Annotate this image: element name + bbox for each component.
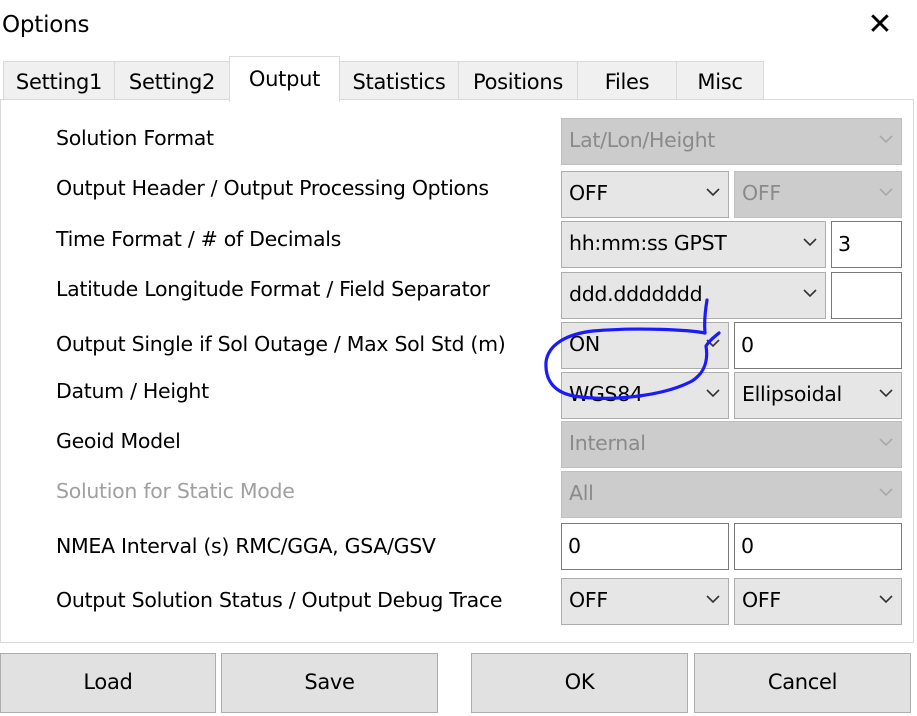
time-format-select[interactable]: hh:mm:ss GPST (561, 221, 826, 268)
tab-positions[interactable]: Positions (458, 61, 578, 101)
geoid-model-value: Internal (569, 431, 646, 455)
debug-trace-select[interactable]: OFF (734, 578, 902, 625)
close-icon[interactable]: ✕ (866, 8, 894, 42)
tab-statistics[interactable]: Statistics (339, 61, 459, 101)
tab-setting1[interactable]: Setting1 (3, 61, 115, 101)
output-header-select[interactable]: OFF (561, 171, 729, 218)
chevron-down-icon (879, 488, 893, 500)
debug-trace-value: OFF (742, 588, 781, 612)
solution-status-value: OFF (569, 588, 608, 612)
height-select[interactable]: Ellipsoidal (734, 372, 902, 419)
solution-status-label: Output Solution Status / Output Debug Tr… (56, 588, 503, 612)
output-processing-options-value: OFF (742, 181, 781, 205)
output-single-label: Output Single if Sol Outage / Max Sol St… (56, 332, 506, 356)
chevron-down-icon (879, 389, 893, 401)
solution-format-label: Solution Format (56, 126, 214, 150)
output-single-value: ON (569, 332, 600, 356)
chevron-down-icon (803, 289, 817, 301)
tab-output[interactable]: Output (229, 56, 340, 102)
chevron-down-icon (879, 438, 893, 450)
nmea-gsa-gsv-input[interactable]: 0 (734, 523, 902, 570)
chevron-down-icon (879, 135, 893, 147)
static-mode-label: Solution for Static Mode (56, 479, 295, 503)
chevron-down-icon (706, 188, 720, 200)
lat-lon-format-value: ddd.ddddddd (569, 282, 703, 306)
time-format-label: Time Format / # of Decimals (56, 227, 342, 251)
static-mode-select: All (561, 471, 902, 518)
chevron-down-icon (706, 389, 720, 401)
time-format-value: hh:mm:ss GPST (569, 231, 727, 255)
chevron-down-icon (706, 339, 720, 351)
output-header-label: Output Header / Output Processing Option… (56, 176, 489, 200)
field-separator-input[interactable] (831, 272, 902, 319)
solution-status-select[interactable]: OFF (561, 578, 729, 625)
nmea-rmc-gga-input[interactable]: 0 (561, 523, 729, 570)
cancel-button[interactable]: Cancel (694, 653, 911, 713)
decimals-input[interactable]: 3 (831, 221, 902, 268)
tab-files[interactable]: Files (577, 61, 677, 101)
datum-value: WGS84 (569, 382, 643, 406)
solution-format-select: Lat/Lon/Height (561, 118, 902, 165)
tab-misc[interactable]: Misc (676, 61, 764, 101)
load-button[interactable]: Load (0, 653, 216, 713)
lat-lon-format-label: Latitude Longitude Format / Field Separa… (56, 277, 490, 301)
chevron-down-icon (803, 238, 817, 250)
save-button[interactable]: Save (221, 653, 438, 713)
chevron-down-icon (879, 188, 893, 200)
output-single-select[interactable]: ON (561, 322, 729, 369)
static-mode-value: All (569, 481, 594, 505)
max-sol-std-input[interactable]: 0 (734, 322, 902, 369)
datum-height-label: Datum / Height (56, 379, 209, 403)
chevron-down-icon (879, 595, 893, 607)
geoid-model-label: Geoid Model (56, 429, 181, 453)
window-title: Options (2, 12, 90, 38)
geoid-model-select: Internal (561, 421, 902, 468)
nmea-interval-label: NMEA Interval (s) RMC/GGA, GSA/GSV (56, 534, 436, 558)
height-value: Ellipsoidal (742, 382, 842, 406)
output-processing-options-select: OFF (734, 171, 902, 218)
chevron-down-icon (706, 595, 720, 607)
lat-lon-format-select[interactable]: ddd.ddddddd (561, 272, 826, 319)
datum-select[interactable]: WGS84 (561, 372, 729, 419)
ok-button[interactable]: OK (471, 653, 688, 713)
tab-setting2[interactable]: Setting2 (114, 61, 230, 101)
solution-format-value: Lat/Lon/Height (569, 128, 715, 152)
output-header-value: OFF (569, 181, 608, 205)
